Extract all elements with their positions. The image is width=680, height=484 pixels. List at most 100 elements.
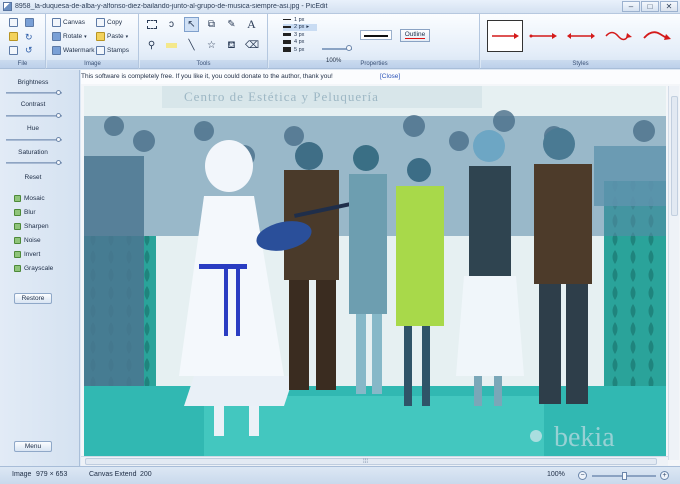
eraser-icon: ⌫ [245, 40, 260, 51]
new-file-button[interactable] [9, 18, 18, 27]
ribbon: ↻ ↺ File Canvas Rotate ▾ Watermark Copy P… [0, 14, 680, 69]
watermark-button[interactable]: Watermark [52, 46, 95, 55]
close-button[interactable]: ✕ [660, 0, 678, 12]
hue-slider[interactable] [6, 137, 62, 142]
star-tool[interactable]: ☆ [204, 38, 219, 53]
style-arrow-right[interactable] [525, 20, 561, 52]
lasso-tool[interactable]: ↄ [164, 17, 179, 32]
image-size-label: Image [12, 471, 32, 478]
invert-icon [14, 251, 21, 258]
text-a-icon: A [247, 17, 256, 31]
notice-close-link[interactable]: [Close] [380, 70, 400, 84]
width-option-5[interactable]: 5 px [283, 46, 317, 54]
brightness-slider[interactable] [6, 90, 62, 95]
effect-blur[interactable]: Blur [14, 209, 36, 216]
width-option-4[interactable]: 4 px [283, 39, 317, 47]
redo-icon: ↻ [25, 32, 33, 42]
pencil-icon: ✎ [227, 19, 236, 30]
pointer-arrow-icon: ↖ [187, 19, 196, 30]
highlight-tool[interactable] [164, 38, 179, 53]
text-tool[interactable]: A [244, 17, 259, 32]
effect-sharpen[interactable]: Sharpen [14, 223, 49, 230]
paste-button[interactable]: Paste ▾ [96, 32, 128, 41]
horizontal-scrollbar[interactable]: ⁞⁞⁞ [81, 456, 668, 466]
zoom-out-button[interactable]: − [578, 471, 587, 480]
style-arrow-wave[interactable] [601, 20, 637, 52]
maximize-button[interactable]: □ [641, 0, 659, 12]
restore-button[interactable]: Restore [14, 293, 52, 304]
canvas-extend-label: Canvas Extend [89, 471, 137, 478]
window-controls: – □ ✕ [621, 0, 678, 13]
vertical-scrollbar[interactable] [668, 86, 679, 460]
properties-group-title: Properties [269, 60, 479, 68]
save-button[interactable] [25, 18, 34, 27]
pointer-tool[interactable]: ↖ [184, 17, 199, 32]
brightness-slider-thumb[interactable] [56, 90, 61, 95]
zoom-slider-thumb[interactable] [622, 472, 627, 480]
zoom-tool[interactable]: ⚲ [144, 38, 159, 53]
outline-button[interactable]: Outline [400, 29, 430, 42]
horizontal-scroll-thumb[interactable] [85, 458, 657, 465]
highlighter-icon [166, 43, 177, 48]
print-button[interactable] [9, 46, 18, 55]
stamp-icon [96, 46, 105, 55]
rotate-button[interactable]: Rotate ▾ [52, 32, 87, 41]
effect-noise[interactable]: Noise [14, 237, 41, 244]
scroll-grip-icon: ⁞⁞⁞ [363, 459, 369, 465]
tools-group: ↄ ↖ ⧉ ✎ A ⚲ ╲ ☆ ⛾ ⌫ Tools [140, 14, 268, 69]
copy-label: Copy [107, 19, 123, 26]
noise-icon [14, 237, 21, 244]
zoom-level: 100% [547, 471, 565, 478]
folder-icon [9, 32, 18, 41]
style-arrow-double[interactable] [563, 20, 599, 52]
lasso-icon: ↄ [169, 19, 174, 30]
edited-photo[interactable]: Centro de Estética y Peluquería bekia [84, 86, 666, 460]
canvas-button[interactable]: Canvas [52, 18, 85, 27]
saturation-slider-thumb[interactable] [56, 160, 61, 165]
menu-button[interactable]: Menu [14, 441, 52, 452]
width-option-3[interactable]: 3 px [283, 31, 317, 39]
zoom-in-button[interactable]: + [660, 471, 669, 480]
line-tool[interactable]: ╲ [184, 38, 199, 53]
open-button[interactable] [9, 32, 18, 41]
canvas-label: Canvas [63, 19, 86, 26]
style-arrow-straight[interactable] [487, 20, 523, 52]
width-option-1[interactable]: 1 px [283, 16, 317, 24]
effect-invert[interactable]: Invert [14, 251, 40, 258]
line-style-preview[interactable] [360, 30, 392, 40]
redo-button[interactable]: ↻ [25, 32, 33, 43]
hue-slider-thumb[interactable] [56, 137, 61, 142]
stamps-button[interactable]: Stamps [96, 46, 129, 55]
copy-button[interactable]: Copy [96, 18, 122, 27]
vertical-scroll-thumb[interactable] [671, 96, 678, 216]
contrast-slider[interactable] [6, 113, 62, 118]
canvas-icon [52, 18, 61, 27]
line-width-list: 1 px 2 px ▸ 3 px 4 px 5 px [283, 16, 317, 54]
saturation-slider[interactable] [6, 160, 62, 165]
reset-link[interactable]: Reset [0, 174, 66, 181]
contrast-slider-thumb[interactable] [56, 113, 61, 118]
chevron-down-icon: ▾ [125, 33, 129, 40]
donation-message: This software is completely free. If you… [81, 73, 333, 80]
undo-button[interactable]: ↺ [25, 45, 33, 56]
effect-grayscale[interactable]: Grayscale [14, 265, 53, 272]
effect-mosaic[interactable]: Mosaic [14, 195, 45, 202]
star-icon: ☆ [207, 40, 216, 51]
saturation-label: Saturation [18, 149, 48, 156]
crop-tool[interactable]: ⧉ [204, 17, 219, 32]
minimize-button[interactable]: – [622, 0, 640, 12]
fill-tool[interactable]: ⛾ [224, 38, 239, 53]
canvas-extend-value: 200 [140, 471, 152, 478]
status-bar: Image 979 × 653 Canvas Extend 200 100% −… [0, 466, 680, 484]
arrow-right-icon [529, 33, 557, 39]
style-arrow-curve[interactable] [639, 20, 675, 52]
width-option-2[interactable]: 2 px ▸ [283, 23, 317, 31]
rect-select-tool[interactable] [144, 17, 159, 32]
pencil-tool[interactable]: ✎ [224, 17, 239, 32]
zoom-slider[interactable] [592, 472, 656, 480]
opacity-slider-thumb[interactable] [346, 45, 352, 51]
eraser-tool[interactable]: ⌫ [244, 38, 259, 53]
opacity-slider[interactable] [322, 45, 352, 51]
image-group-title: Image [47, 60, 138, 68]
hue-label: Hue [27, 125, 39, 132]
